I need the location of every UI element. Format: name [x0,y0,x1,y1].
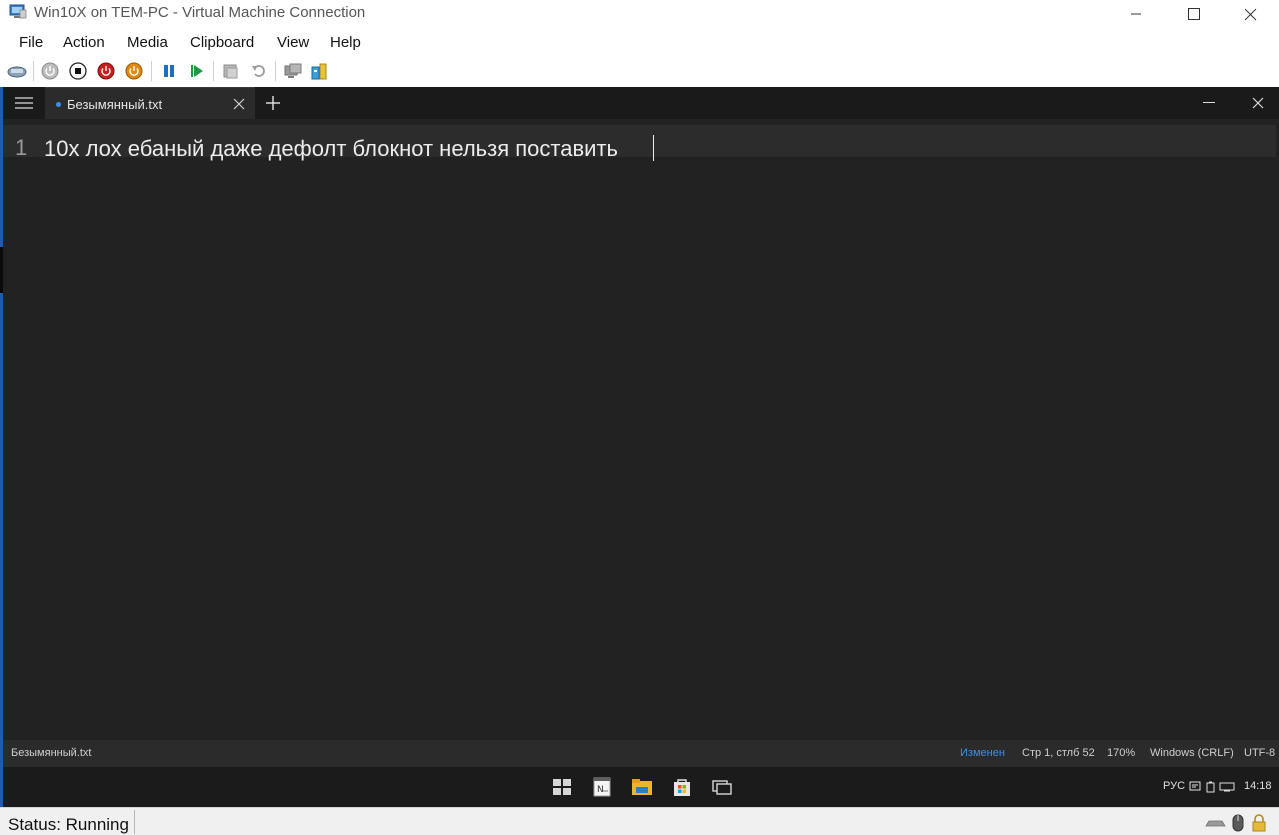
editor-tab-bar: Безымянный.txt [3,87,1279,119]
keyboard-status-icon [1205,820,1226,827]
vm-connection-icon [9,4,27,19]
stop-icon [69,62,87,80]
enhanced-session-button[interactable] [283,61,303,81]
pause-button[interactable] [159,61,179,81]
shut-down-button[interactable] [96,61,116,81]
checkpoint-button[interactable] [221,61,241,81]
toolbar [0,57,340,86]
status-zoom[interactable]: 170% [1107,747,1135,759]
tab-label: Безымянный.txt [67,97,163,112]
revert-button[interactable] [249,61,269,81]
editor-status-bar: Безымянный.txt Изменен Стр 1, стлб 52 17… [3,740,1279,767]
minimize-icon [1131,13,1141,15]
status-modified: Изменен [960,747,1005,759]
enhanced-session-icon [284,63,302,78]
menu-view[interactable]: View [277,34,309,51]
revert-icon [252,65,265,77]
editor-close-icon[interactable] [1252,97,1264,109]
lock-status-icon [1252,814,1266,832]
new-tab-plus-icon[interactable] [265,95,281,111]
mouse-status-icon [1232,814,1244,832]
host-status-bar: Status: Running [0,807,1279,835]
checkpoint-icon [223,64,238,79]
clock-time[interactable]: 14:18 [1244,780,1272,792]
status-separator [134,810,135,834]
windows-start-icon[interactable] [551,777,573,797]
play-icon [191,65,203,77]
maximize-button[interactable] [1165,0,1223,28]
status-encoding[interactable]: UTF-8 [1244,747,1275,759]
close-icon [1244,8,1256,20]
pause-icon [164,65,174,77]
task-view-icon[interactable] [711,777,733,797]
network-icon[interactable] [1219,781,1235,793]
status-cursor-position[interactable]: Стр 1, стлб 52 [1022,747,1095,759]
minimize-button[interactable] [1107,0,1165,28]
save-state-button[interactable] [124,61,144,81]
line-number: 1 [15,135,28,160]
current-line-highlight: 1 10x лох ебаный даже дефолт блокнот нел… [3,125,1276,161]
power-grey-icon [41,62,59,80]
toolbar-separator [275,61,276,81]
input-language[interactable]: РУС [1163,780,1185,792]
share-button[interactable] [309,61,329,81]
resume-button[interactable] [187,61,207,81]
share-icon [311,63,327,80]
toolbar-separator [213,61,214,81]
window-title: Win10X on TEM-PC - Virtual Machine Conne… [34,4,366,21]
line-text[interactable]: 10x лох ебаный даже дефолт блокнот нельз… [44,136,618,162]
close-button[interactable] [1221,0,1279,28]
unsaved-dot-icon [56,102,61,107]
menu-clipboard[interactable]: Clipboard [190,34,254,51]
power-orange-icon [125,62,143,80]
menu-file[interactable]: File [19,34,43,51]
notepad-icon[interactable]: N [591,777,613,797]
taskbar: N РУС 14:18 [3,767,1279,807]
store-icon[interactable] [671,777,693,797]
keyboard-icon [7,66,27,78]
maximize-icon [1188,8,1200,20]
notifications-icon[interactable] [1189,781,1201,793]
menu-help[interactable]: Help [330,34,361,51]
vm-status-text: Status: Running [8,815,129,834]
status-line-endings[interactable]: Windows (CRLF) [1150,747,1234,759]
file-explorer-icon[interactable] [631,777,653,797]
text-editor[interactable]: 1 10x лох ебаный даже дефолт блокнот нел… [3,119,1279,739]
editor-tab[interactable]: Безымянный.txt [45,87,255,119]
vm-screen[interactable]: Безымянный.txt 1 10x лох ебаный даже деф… [0,87,1279,807]
turn-off-button[interactable] [68,61,88,81]
status-filename: Безымянный.txt [11,747,92,759]
menu-action[interactable]: Action [63,34,105,51]
editor-minimize-button[interactable] [1203,102,1215,103]
hamburger-menu-icon[interactable] [15,96,33,110]
text-caret [653,135,654,161]
menu-media[interactable]: Media [127,34,168,51]
toolbar-separator [151,61,152,81]
start-button[interactable] [40,61,60,81]
tab-close-icon[interactable] [233,98,245,110]
toolbar-separator [33,61,34,81]
battery-icon[interactable] [1205,781,1216,793]
ctrl-alt-del-button[interactable] [7,61,27,81]
window-titlebar: Win10X on TEM-PC - Virtual Machine Conne… [0,0,1279,28]
power-red-icon [97,62,115,80]
menu-bar: File Action Media Clipboard View Help [0,30,1279,56]
svg-text:N: N [597,785,604,795]
